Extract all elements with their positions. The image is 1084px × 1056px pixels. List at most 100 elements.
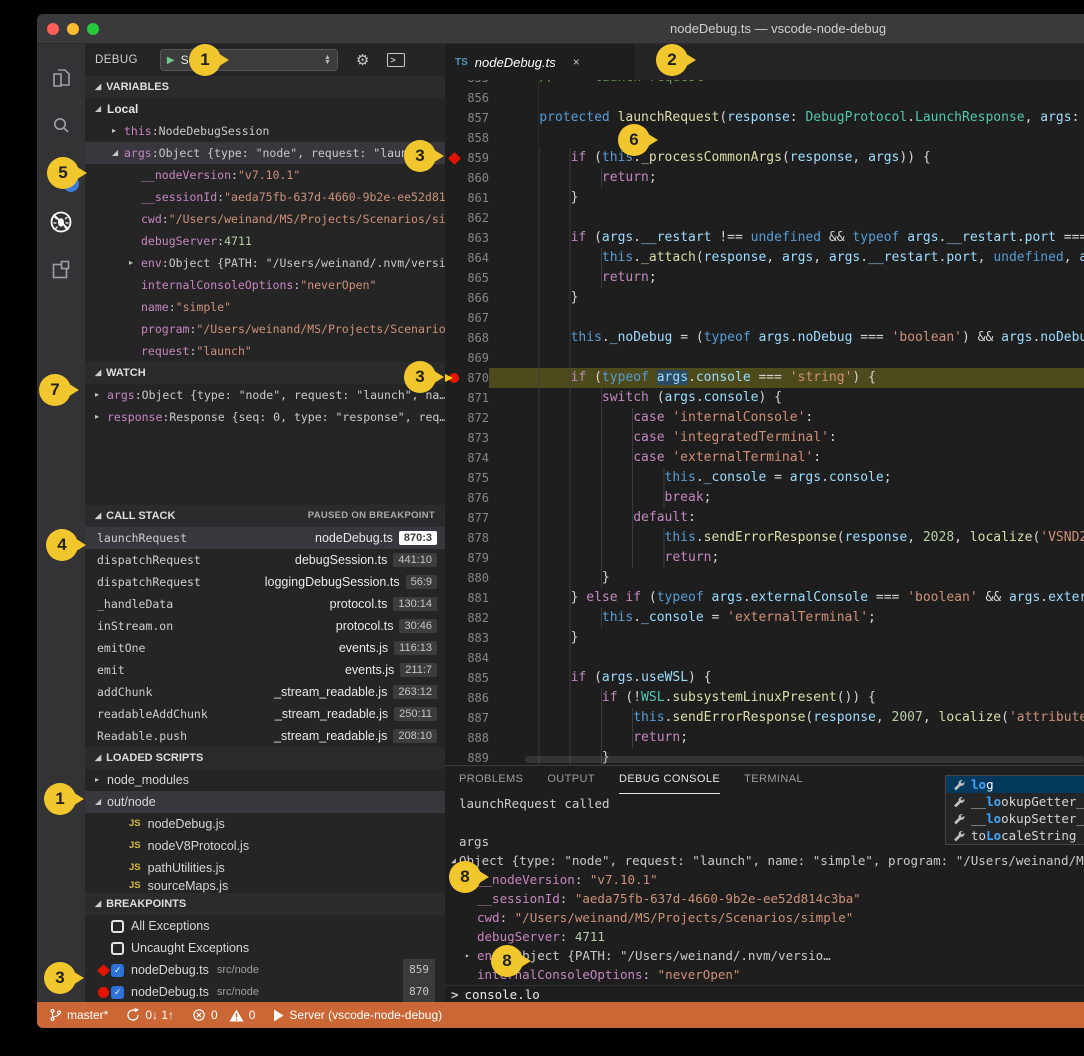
breakpoint-row-uncaught-exceptions[interactable]: Uncaught Exceptions [85, 937, 445, 959]
explorer-icon[interactable] [37, 54, 85, 102]
code-line-884[interactable]: 884 [445, 648, 1084, 668]
console-object-header[interactable]: ◢Object {type: "node", request: "launch"… [445, 851, 1084, 870]
code-line-877[interactable]: 877default: [445, 508, 1084, 528]
code-line-856[interactable]: 856 [445, 88, 1084, 108]
code-line-864[interactable]: 864this._attach(response, args, args.__r… [445, 248, 1084, 268]
loaded-script-pathutilities-js[interactable]: JSpathUtilities.js [85, 857, 445, 879]
section-header-loaded-scripts[interactable]: ◢LOADED SCRIPTS [85, 747, 445, 769]
loaded-script-node-modules[interactable]: ▸node_modules [85, 769, 445, 791]
start-debug-icon[interactable]: ▶ [167, 55, 175, 66]
debug-icon[interactable] [37, 198, 85, 246]
code-line-873[interactable]: 873case 'integratedTerminal': [445, 428, 1084, 448]
breakpoint-checkbox[interactable] [111, 920, 124, 933]
close-window-button[interactable] [47, 23, 59, 35]
breakpoint-row-nodedebug-ts[interactable]: ✓nodeDebug.tssrc/node870 [85, 981, 445, 1002]
code-editor[interactable]: 855//---- launch request856857protected … [445, 80, 1084, 765]
section-header-watch[interactable]: ◢WATCH [85, 362, 445, 384]
problems-item[interactable]: 0 0 [192, 1008, 255, 1022]
section-header-variables[interactable]: ◢VARIABLES [85, 76, 445, 98]
code-line-862[interactable]: 862 [445, 208, 1084, 228]
code-line-875[interactable]: 875this._console = args.console; [445, 468, 1084, 488]
section-header-call-stack[interactable]: ◢CALL STACKPAUSED ON BREAKPOINT [85, 505, 445, 527]
code-line-886[interactable]: 886if (!WSL.subsystemLinuxPresent()) { [445, 688, 1084, 708]
console-prop-internalconsoleoptions[interactable]: internalConsoleOptions: "neverOpen" [445, 965, 1084, 984]
code-line-876[interactable]: 876break; [445, 488, 1084, 508]
code-line-888[interactable]: 888return; [445, 728, 1084, 748]
stack-frame-addchunk[interactable]: addChunk_stream_readable.js263:12 [85, 681, 445, 703]
configure-gear-icon[interactable]: ⚙ [356, 51, 369, 69]
stack-frame-instream.on[interactable]: inStream.onprotocol.ts30:46 [85, 615, 445, 637]
code-line-870[interactable]: 870if (typeof args.console === 'string')… [445, 368, 1084, 388]
stack-frame-_handledata[interactable]: _handleDataprotocol.ts130:14 [85, 593, 445, 615]
panel-tab-problems[interactable]: PROBLEMS [459, 766, 523, 794]
open-repl-icon[interactable]: > [387, 53, 405, 67]
code-line-858[interactable]: 858 [445, 128, 1084, 148]
variable-row-request[interactable]: request: "launch" [85, 340, 445, 362]
code-line-871[interactable]: 871switch (args.console) { [445, 388, 1084, 408]
section-header-breakpoints[interactable]: ◢BREAKPOINTS [85, 893, 445, 915]
sync-item[interactable]: 0↓ 1↑ [126, 1008, 174, 1022]
code-line-861[interactable]: 861} [445, 188, 1084, 208]
code-line-865[interactable]: 865return; [445, 268, 1084, 288]
stack-frame-readable.push[interactable]: Readable.push_stream_readable.js208:10 [85, 725, 445, 747]
code-line-885[interactable]: 885if (args.useWSL) { [445, 668, 1084, 688]
stack-frame-emitone[interactable]: emitOneevents.js116:13 [85, 637, 445, 659]
variable-row-__sessionid[interactable]: __sessionId: "aeda75fb-637d-4660-9b2e-ee… [85, 186, 445, 208]
variable-row-this[interactable]: ▸this: NodeDebugSession [85, 120, 445, 142]
stack-frame-dispatchrequest[interactable]: dispatchRequestdebugSession.ts441:10 [85, 549, 445, 571]
horizontal-scrollbar[interactable] [525, 756, 1084, 763]
suggestion-log[interactable]: log [946, 776, 1084, 793]
variable-row-local[interactable]: ◢Local [85, 98, 445, 120]
code-line-859[interactable]: 859if (this._processCommonArgs(response,… [445, 148, 1084, 168]
panel-tab-debug-console[interactable]: DEBUG CONSOLE [619, 766, 720, 794]
window-controls[interactable] [47, 23, 99, 35]
minimize-window-button[interactable] [67, 23, 79, 35]
launch-config-dropdown[interactable]: ▶ Server ▲▼ [160, 49, 338, 71]
code-line-882[interactable]: 882this._console = 'externalTerminal'; [445, 608, 1084, 628]
breakpoint-row-nodedebug-ts[interactable]: ✓nodeDebug.tssrc/node859 [85, 959, 445, 981]
stack-frame-launchrequest[interactable]: launchRequestnodeDebug.ts870:3 [85, 527, 445, 549]
code-line-874[interactable]: 874case 'externalTerminal': [445, 448, 1084, 468]
breakpoint-checkbox[interactable]: ✓ [111, 986, 124, 999]
variable-row-name[interactable]: name: "simple" [85, 296, 445, 318]
maximize-window-button[interactable] [87, 23, 99, 35]
variable-row-internalconsoleoptions[interactable]: internalConsoleOptions: "neverOpen" [85, 274, 445, 296]
code-line-883[interactable]: 883} [445, 628, 1084, 648]
breakpoint-checkbox[interactable] [111, 942, 124, 955]
code-line-872[interactable]: 872case 'internalConsole': [445, 408, 1084, 428]
console-prop-__nodeversion[interactable]: __nodeVersion: "v7.10.1" [445, 870, 1084, 889]
loaded-script-nodev8protocol-js[interactable]: JSnodeV8Protocol.js [85, 835, 445, 857]
code-line-878[interactable]: 878this.sendErrorResponse(response, 2028… [445, 528, 1084, 548]
loaded-script-sourcemaps-js[interactable]: JSsourceMaps.js [85, 879, 445, 893]
code-line-857[interactable]: 857protected launchRequest(response: Deb… [445, 108, 1084, 128]
breakpoint-row-all-exceptions[interactable]: All Exceptions [85, 915, 445, 937]
console-prop-debugserver[interactable]: debugServer: 4711 [445, 927, 1084, 946]
console-prop-__sessionid[interactable]: __sessionId: "aeda75fb-637d-4660-9b2e-ee… [445, 889, 1084, 908]
variable-row-debugserver[interactable]: debugServer: 4711 [85, 230, 445, 252]
panel-tab-terminal[interactable]: TERMINAL [744, 766, 803, 794]
code-line-863[interactable]: 863if (args.__restart !== undefined && t… [445, 228, 1084, 248]
code-line-866[interactable]: 866} [445, 288, 1084, 308]
loaded-script-out-node[interactable]: ◢out/node [85, 791, 445, 813]
code-line-867[interactable]: 867 [445, 308, 1084, 328]
variable-row-args[interactable]: ▸args: Object {type: "node", request: "l… [85, 384, 445, 406]
search-icon[interactable] [37, 102, 85, 150]
console-prop-cwd[interactable]: cwd: "/Users/weinand/MS/Projects/Scenari… [445, 908, 1084, 927]
debug-console-input[interactable]: > console.lo [445, 985, 1084, 1002]
suggestion-lookupgetter[interactable]: __lookupGetter__ [946, 793, 1084, 810]
suggestion-tolocalestring[interactable]: toLocaleString [946, 827, 1084, 844]
git-branch-item[interactable]: master* [49, 1008, 108, 1022]
stack-frame-emit[interactable]: emitevents.js211:7 [85, 659, 445, 681]
code-line-879[interactable]: 879return; [445, 548, 1084, 568]
variable-row-args[interactable]: ◢args: Object {type: "node", request: "l… [85, 142, 445, 164]
debug-target-item[interactable]: Server (vscode-node-debug) [273, 1008, 442, 1022]
console-prop-env[interactable]: ▸env: Object {PATH: "/Users/weinand/.nvm… [445, 946, 1084, 965]
extensions-icon[interactable] [37, 246, 85, 294]
code-line-869[interactable]: 869 [445, 348, 1084, 368]
breakpoint-checkbox[interactable]: ✓ [111, 964, 124, 977]
code-line-880[interactable]: 880} [445, 568, 1084, 588]
loaded-script-nodedebug-js[interactable]: JSnodeDebug.js [85, 813, 445, 835]
variable-row-cwd[interactable]: cwd: "/Users/weinand/MS/Projects/Scenari… [85, 208, 445, 230]
panel-tab-output[interactable]: OUTPUT [547, 766, 595, 794]
code-line-868[interactable]: 868this._noDebug = (typeof args.noDebug … [445, 328, 1084, 348]
